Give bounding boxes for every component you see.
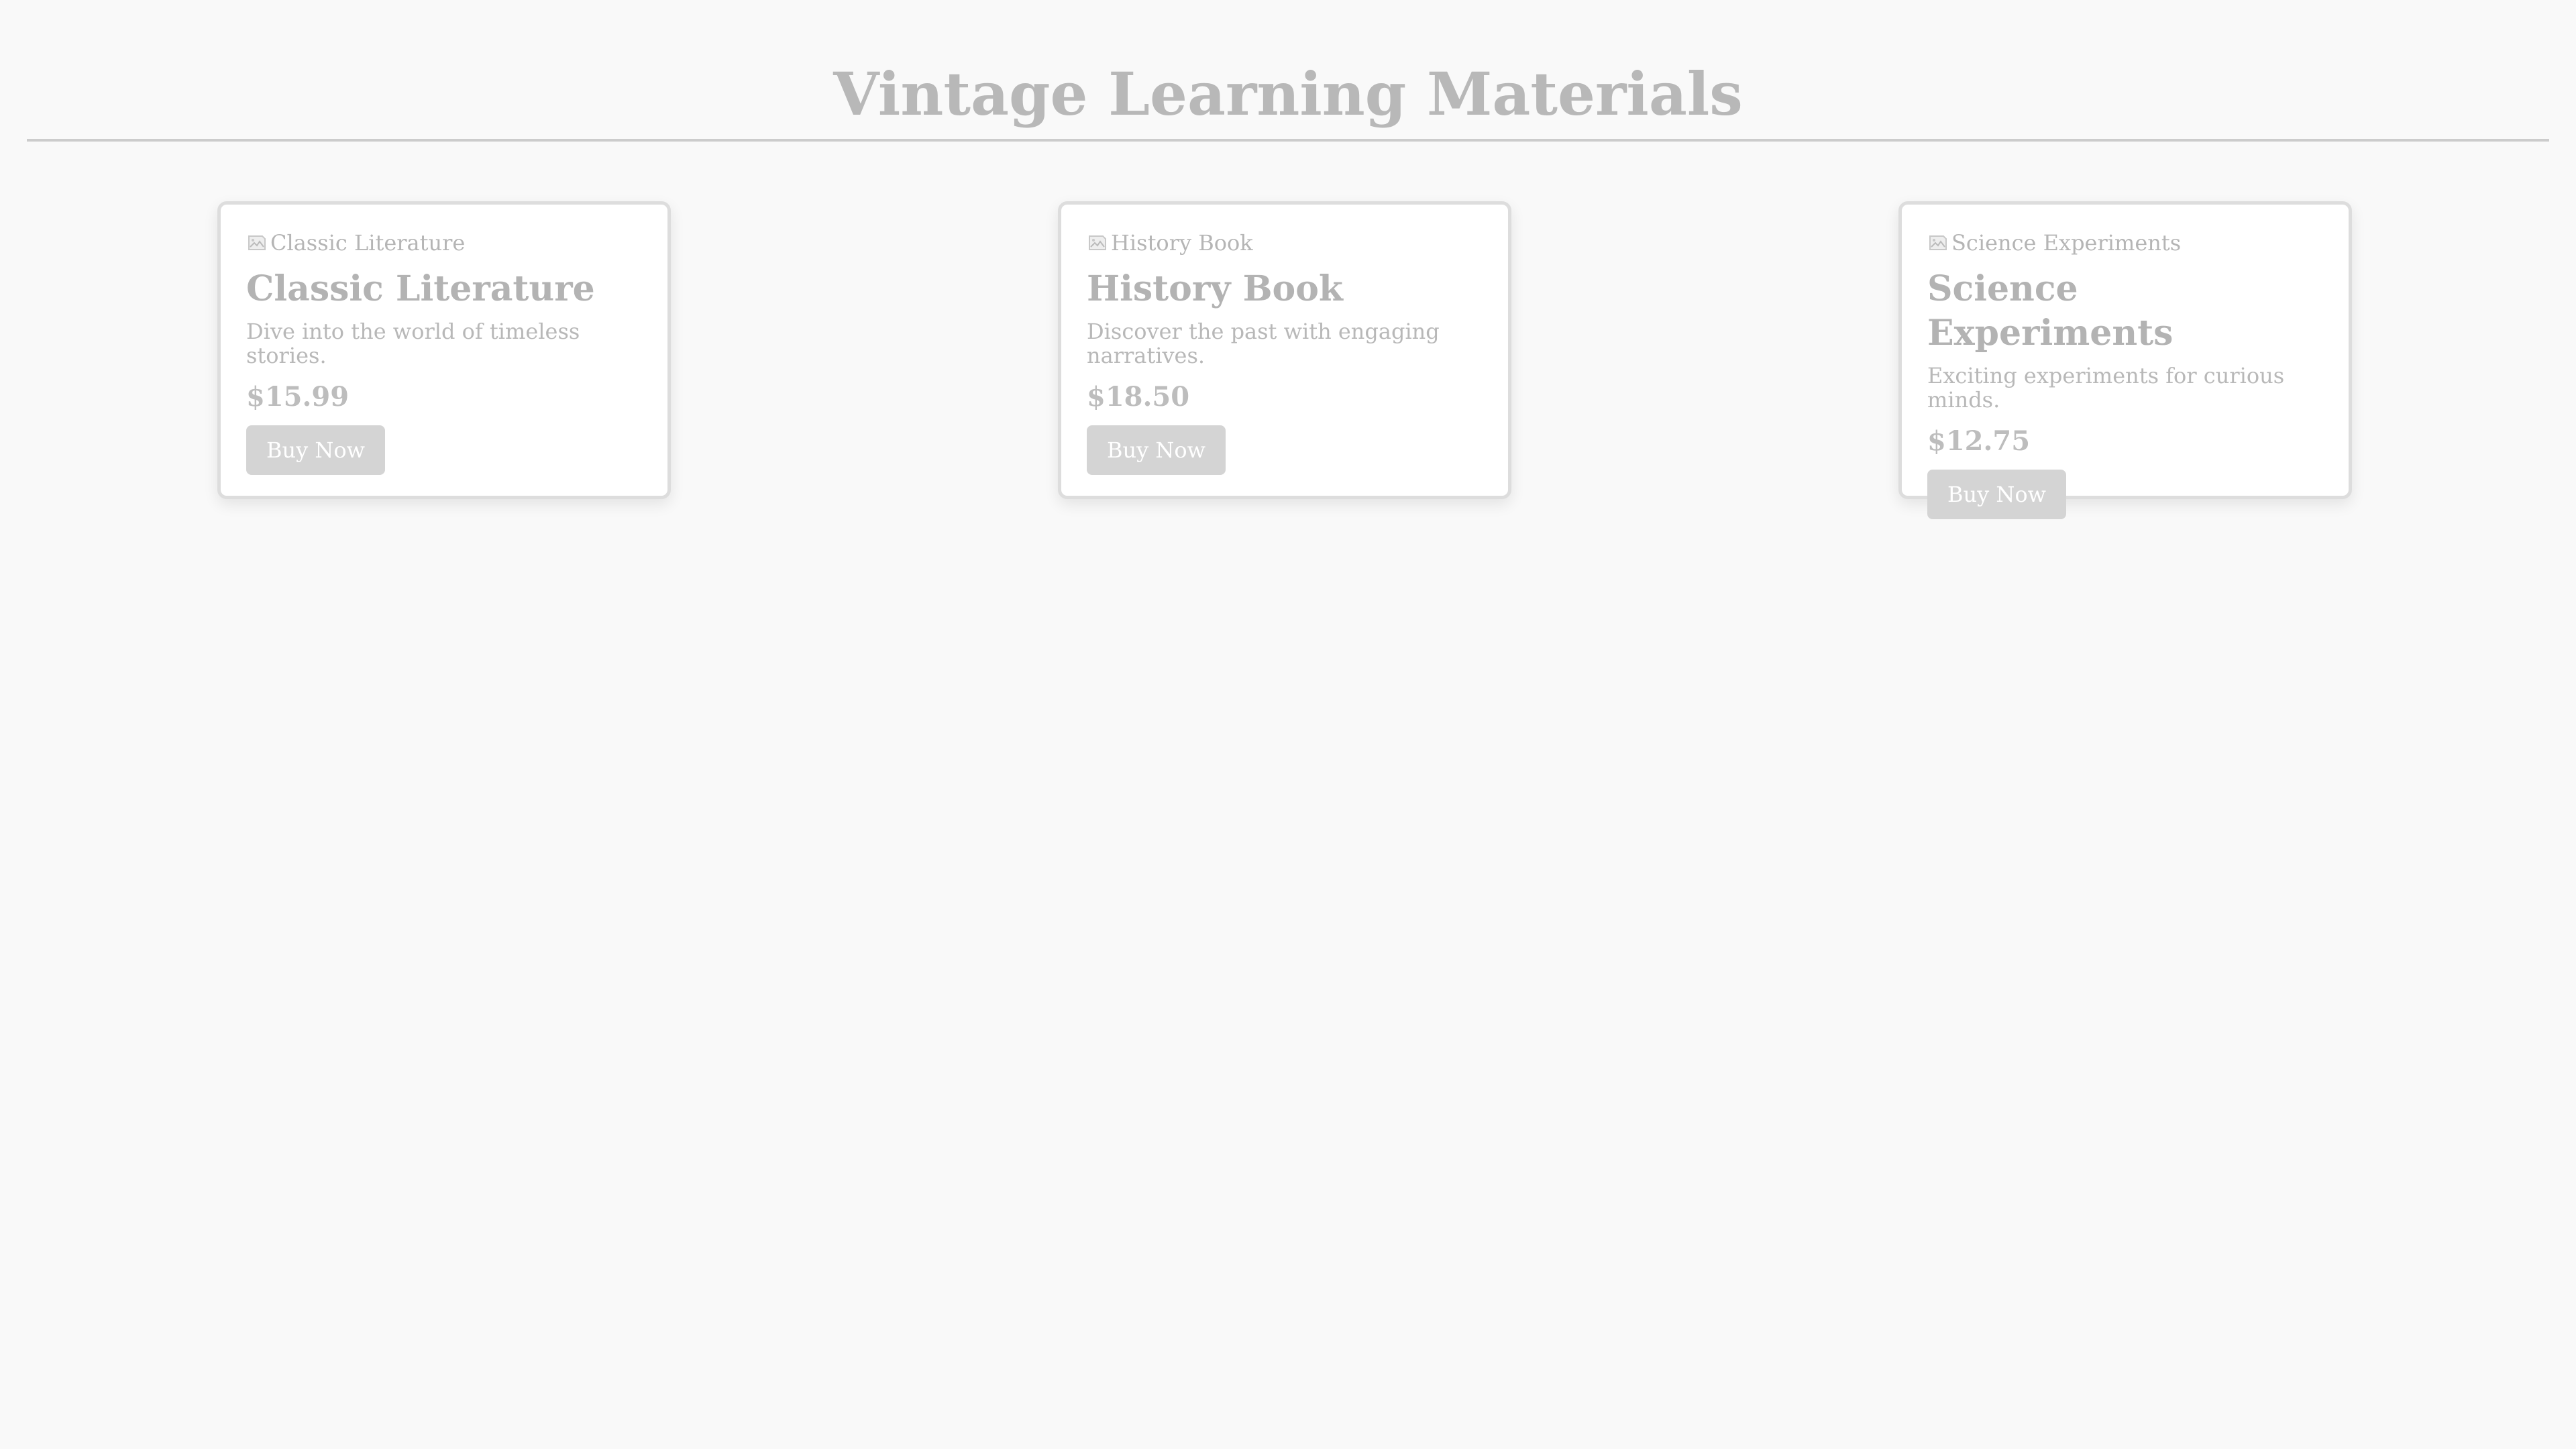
page-header: Vintage Learning Materials xyxy=(27,0,2549,142)
image-alt-text: Classic Literature xyxy=(270,230,466,256)
card-content: History Book History Book Discover the p… xyxy=(1087,228,1483,475)
card-content: Classic Literature Classic Literature Di… xyxy=(246,228,642,475)
product-description: Discover the past with engaging narrativ… xyxy=(1087,319,1440,368)
product-title: Classic Literature xyxy=(246,268,595,309)
product-description: Dive into the world of timeless stories. xyxy=(246,319,580,368)
product-card: Science Experiments Science Experiments … xyxy=(1898,201,2352,519)
image-alt-text: Science Experiments xyxy=(1951,230,2182,256)
page-title: Vintage Learning Materials xyxy=(833,59,1743,129)
product-card: History Book History Book Discover the p… xyxy=(1058,201,1511,499)
product-price: $15.99 xyxy=(246,381,350,413)
product-title: History Book xyxy=(1087,268,1343,309)
product-title: Science Experiments xyxy=(1927,268,2174,354)
product-price: $12.75 xyxy=(1927,425,2031,457)
buy-now-button[interactable]: Buy Now xyxy=(246,425,386,475)
product-price: $18.50 xyxy=(1087,381,1190,413)
image-alt-text: History Book xyxy=(1111,230,1253,256)
broken-image-icon xyxy=(1929,235,1947,250)
buy-now-button[interactable]: Buy Now xyxy=(1927,470,2067,519)
card-content: Science Experiments Science Experiments … xyxy=(1927,228,2323,519)
buy-now-button[interactable]: Buy Now xyxy=(1087,425,1226,475)
broken-image-icon xyxy=(248,235,266,250)
product-description: Exciting experiments for curious minds. xyxy=(1927,363,2285,413)
product-image: Classic Literature xyxy=(246,228,642,258)
product-image: History Book xyxy=(1087,228,1483,258)
page: Vintage Learning Materials Classic Liter… xyxy=(0,0,2576,1449)
broken-image-icon xyxy=(1089,235,1106,250)
product-image: Science Experiments xyxy=(1927,228,2323,258)
product-card: Classic Literature Classic Literature Di… xyxy=(217,201,671,499)
